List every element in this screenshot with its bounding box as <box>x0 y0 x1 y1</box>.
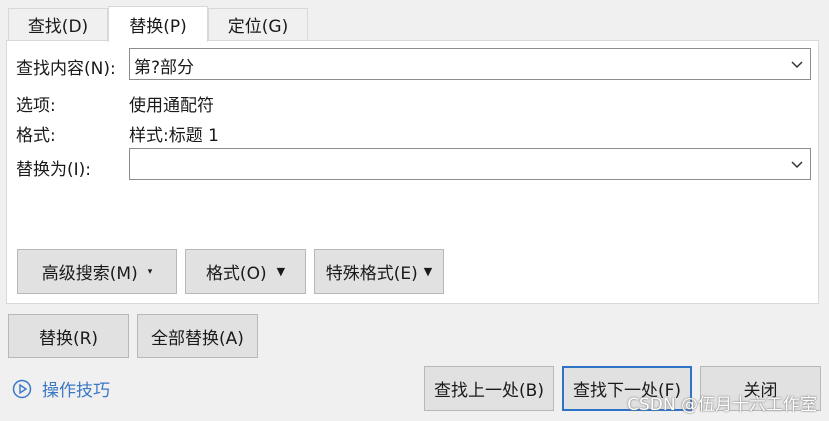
csdn-watermark: CSDN @伍月十六工作室 <box>627 395 817 415</box>
play-circle-icon <box>12 379 32 398</box>
find-value: 第?部分 <box>134 58 195 78</box>
caret-down-icon: ▼ <box>423 265 433 278</box>
caret-down-icon: ▼ <box>276 265 286 278</box>
replace-input[interactable] <box>129 148 811 180</box>
tips-label: 操作技巧 <box>42 381 110 401</box>
replace-panel: 查找内容(N): 第?部分 选项: 使用通配符 格式: 样式:标题 1 替换为(… <box>6 40 819 304</box>
format-label: 格式: <box>16 126 56 146</box>
advanced-search-label: 高级搜索(M) <box>41 264 138 284</box>
replace-all-button[interactable]: 全部替换(A) <box>137 314 258 358</box>
tips-link[interactable]: 操作技巧 <box>12 376 110 401</box>
replace-label: 替换为(I): <box>16 160 92 180</box>
options-label: 选项: <box>16 96 56 116</box>
tab-goto[interactable]: 定位(G) <box>208 8 308 40</box>
find-label: 查找内容(N): <box>16 59 116 79</box>
chevron-down-icon[interactable] <box>790 157 804 171</box>
find-previous-button[interactable]: 查找上一处(B) <box>424 366 554 411</box>
options-value: 使用通配符 <box>129 96 214 116</box>
advanced-search-button[interactable]: 高级搜索(M) ▾ <box>17 249 177 294</box>
chevron-down-icon[interactable] <box>790 57 804 71</box>
find-input[interactable]: 第?部分 <box>129 48 811 80</box>
caret-down-icon: ▾ <box>147 266 153 277</box>
format-button[interactable]: 格式(O) ▼ <box>185 249 306 294</box>
format-value: 样式:标题 1 <box>129 126 219 146</box>
tab-find[interactable]: 查找(D) <box>8 8 108 40</box>
tab-replace[interactable]: 替换(P) <box>108 6 208 42</box>
special-format-label: 特殊格式(E) <box>325 264 418 284</box>
replace-button[interactable]: 替换(R) <box>8 314 129 358</box>
special-format-button[interactable]: 特殊格式(E) ▼ <box>314 249 444 294</box>
format-button-label: 格式(O) <box>205 264 267 284</box>
